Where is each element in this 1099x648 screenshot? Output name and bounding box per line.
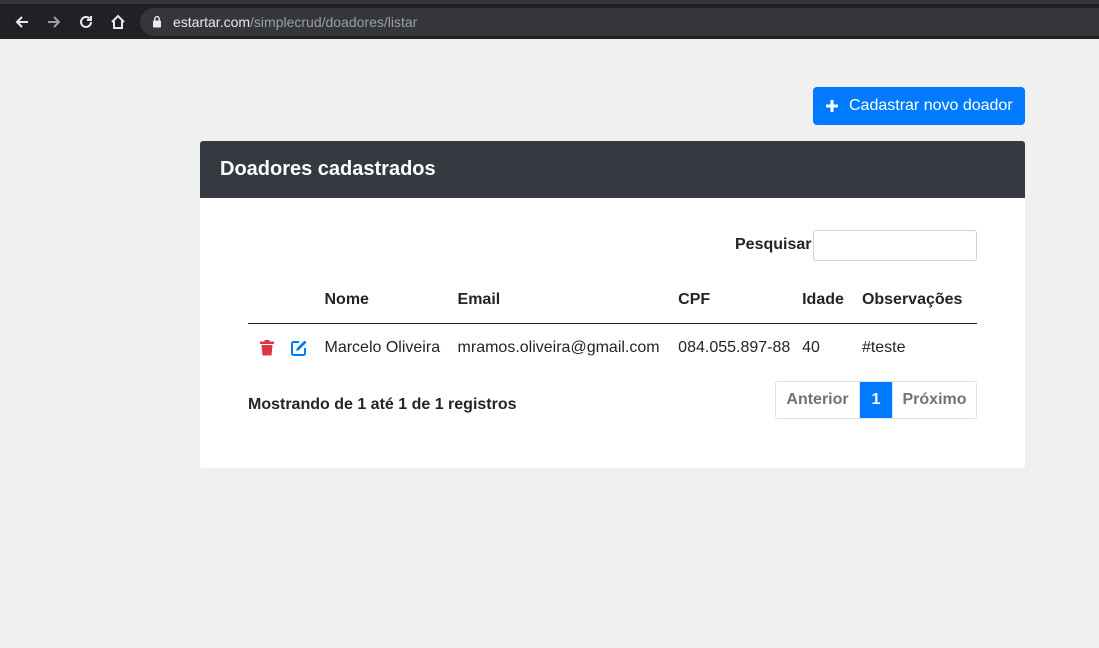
add-donor-label: Cadastrar novo doador [849,97,1013,114]
trash-icon[interactable] [258,339,276,357]
row-actions [248,323,325,373]
add-donor-button[interactable]: Cadastrar novo doador [813,87,1025,125]
forward-icon[interactable] [44,12,64,32]
browser-toolbar: estartar.com/simplecrud/doadores/listar [0,0,1099,39]
donors-table-wrapper: Nome Email CPF Idade Observações Marcelo… [248,277,977,373]
url-path: /simplecrud/doadores/listar [250,14,418,30]
url-host: estartar.com [173,14,251,30]
pagination: Anterior 1 Próximo [775,381,977,419]
plus-icon [826,100,838,112]
cell-cpf: 084.055.897-88 [678,339,791,357]
edit-icon[interactable] [290,339,308,357]
reload-icon[interactable] [76,12,96,32]
column-header-idade[interactable]: Idade [802,277,862,324]
cell-email: mramos.oliveira@gmail.com [457,339,660,357]
cell-observacoes: #teste [861,339,906,357]
donors-card: Doadores cadastrados Pesquisar Nome Emai… [200,141,1025,468]
back-icon[interactable] [12,12,32,32]
table-info: Mostrando de 1 até 1 de 1 registros [248,396,517,413]
search-input[interactable] [813,230,977,261]
cell-idade: 40 [802,339,820,357]
column-header-observacoes[interactable]: Observações [861,277,977,324]
donors-table: Nome Email CPF Idade Observações Marcelo… [248,277,977,373]
cell-nome: Marcelo Oliveira [324,339,441,357]
column-header-email[interactable]: Email [457,277,679,324]
url-text[interactable]: estartar.com/simplecrud/doadores/listar [173,14,417,30]
column-header-cpf[interactable]: CPF [678,277,803,324]
column-header-actions [248,277,325,324]
pagination-next[interactable]: Próximo [892,382,976,418]
table-header-row: Nome Email CPF Idade Observações [248,277,977,324]
card-header: Doadores cadastrados [200,141,1025,198]
table-row: Marcelo Oliveira mramos.oliveira@gmail.c… [248,323,977,373]
column-header-nome[interactable]: Nome [324,277,458,324]
pagination-previous[interactable]: Anterior [776,382,860,418]
home-icon[interactable] [108,12,128,32]
pagination-page-1[interactable]: 1 [860,382,892,418]
lock-icon [153,15,161,28]
card-title: Doadores cadastrados [220,158,436,180]
search-label: Pesquisar [735,236,812,253]
